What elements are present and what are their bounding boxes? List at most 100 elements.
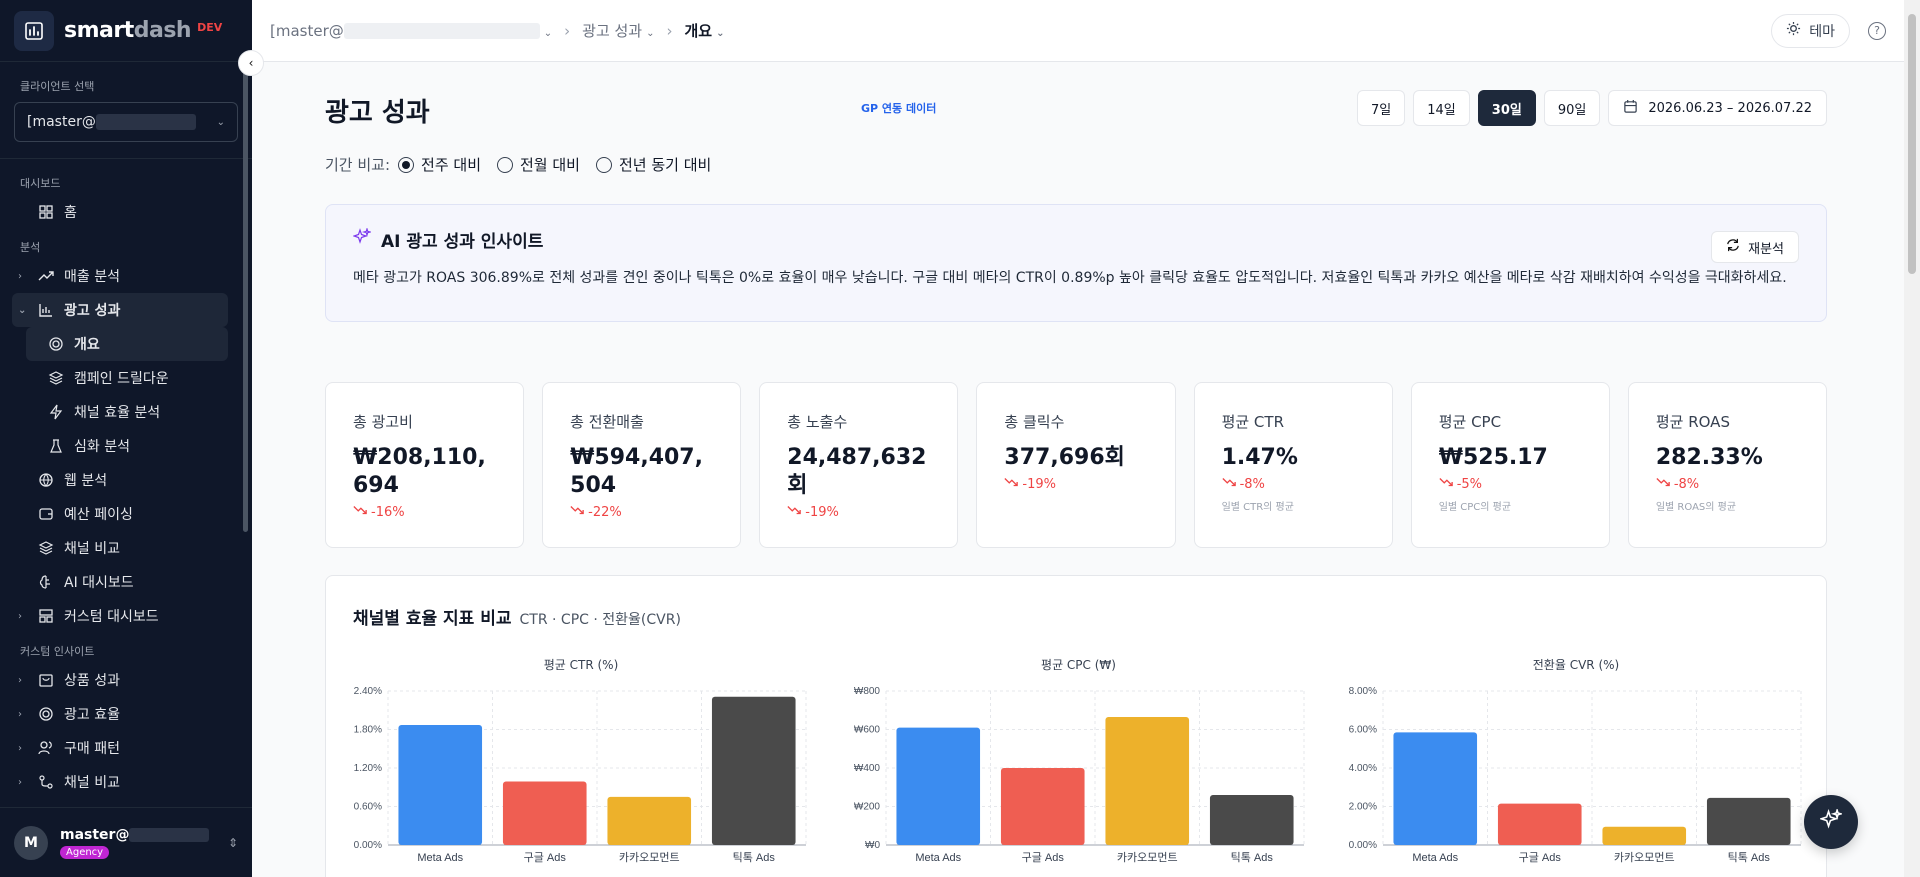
chart-svg: 0.00% 0.60% 1.20% 1.80% 2.40% Meta Ads 구글 Ads 카… — [354, 686, 807, 864]
kpi-change: -8% — [1656, 476, 1799, 492]
range-button-30d[interactable]: 30일 — [1477, 90, 1536, 126]
sidebar-item-label: 개요 — [74, 337, 100, 353]
section-label-dashboard: 대시보드 — [20, 177, 61, 190]
chevron-down-icon: ⌄ — [18, 304, 27, 316]
sidebar-item-ad-performance[interactable]: ⌄ 광고 성과 — [12, 293, 228, 327]
sidebar-item-label: 채널 효율 분석 — [74, 405, 161, 421]
theme-button[interactable]: 테마 — [1771, 13, 1850, 48]
help-icon[interactable]: ? — [1868, 21, 1886, 40]
brand-name: smartdash — [64, 18, 192, 43]
main-content: 광고 성과 GP 연동 데이터 7일 14일 30일 90일 2026.06.2… — [252, 62, 1904, 877]
breadcrumb-page[interactable]: 개요 ⌄ — [685, 20, 725, 41]
x-tick-label: 구글 Ads — [1021, 852, 1064, 864]
x-tick-label: 틱톡 Ads — [1728, 851, 1771, 864]
chevron-right-icon: › — [18, 270, 22, 282]
y-tick-label: 1.20% — [354, 763, 382, 774]
kpi-value: 377,696회 — [1004, 445, 1125, 470]
breadcrumb-separator: › — [564, 21, 571, 40]
reanalyze-button[interactable]: 재분석 — [1711, 231, 1799, 263]
x-tick-label: 틱톡 Ads — [733, 851, 776, 864]
y-tick-label: 0.60% — [354, 802, 382, 813]
charts-row: 평균 CTR (%) 0.00% 0.60% 1.20% 1.80% 2.40% Meta … — [346, 656, 1811, 875]
date-range-selector: 7일 14일 30일 90일 2026.06.23 – 2026.07.22 — [1357, 90, 1827, 126]
chart-section-subtitle: CTR · CPC · 전환율(CVR) — [519, 612, 681, 628]
chart-section-title: 채널별 효율 지표 비교 — [353, 609, 512, 629]
sun-icon — [1786, 21, 1801, 40]
range-button-14d[interactable]: 14일 — [1413, 90, 1470, 126]
sidebar: smartdash DEV 클라이언트 선택 [master@ ⌄ 대시보드 홈… — [0, 0, 252, 877]
sidebar-subitem-channel-efficiency[interactable]: 채널 효율 분석 — [0, 395, 228, 429]
sidebar-item-budget[interactable]: 예산 페이싱 — [0, 497, 228, 531]
kpi-change: -5% — [1439, 476, 1582, 492]
kpi-card: 총 클릭수 377,696회 -19% — [976, 382, 1176, 548]
compare-option-week[interactable]: 전주 대비 — [398, 154, 481, 175]
bar[interactable] — [607, 796, 692, 845]
sidebar-item-label: 커스텀 대시보드 — [64, 609, 159, 625]
bar[interactable] — [398, 725, 483, 845]
sidebar-item-label: 광고 효율 — [64, 707, 120, 723]
kpi-value: 1.47% — [1221, 445, 1298, 470]
sidebar-subitem-campaign[interactable]: 캠페인 드릴다운 — [0, 361, 228, 395]
date-picker-button[interactable]: 2026.06.23 – 2026.07.22 — [1608, 90, 1827, 126]
bar[interactable] — [1497, 803, 1582, 845]
breadcrumb-client[interactable]: [master@ ⌄ — [270, 22, 552, 40]
kpi-card: 총 광고비 ₩208,110,694 -16% — [325, 382, 525, 548]
compare-option-month[interactable]: 전월 대비 — [497, 154, 580, 175]
bar[interactable] — [1602, 826, 1687, 845]
redacted-text — [129, 827, 210, 842]
bar[interactable] — [1393, 732, 1478, 845]
kpi-label: 평균 CTR — [1221, 413, 1284, 431]
sidebar-item-channel-compare[interactable]: 채널 비교 — [0, 531, 228, 565]
bar-chart: 전환율 CVR (%) 0.00% 2.00% 4.00% 6.00% 8.00% Meta… — [1341, 656, 1811, 875]
brain-icon — [38, 574, 54, 590]
bar[interactable] — [502, 781, 587, 845]
sidebar-item-ai-dashboard[interactable]: AI 대시보드 — [0, 565, 228, 599]
route-icon — [38, 774, 54, 790]
brand[interactable]: smartdash DEV — [0, 0, 252, 62]
ai-assistant-button[interactable] — [1804, 795, 1858, 849]
chevron-right-icon: › — [18, 742, 22, 754]
section-label-analysis: 분석 — [20, 241, 41, 254]
bar[interactable] — [1706, 797, 1791, 845]
kpi-note: 일별 ROAS의 평균 — [1655, 502, 1737, 513]
client-select[interactable]: [master@ ⌄ — [14, 102, 238, 142]
bar[interactable] — [711, 696, 796, 845]
user-menu[interactable]: M master@ Agency ⇕ — [0, 807, 252, 877]
breadcrumb-section[interactable]: 광고 성과 ⌄ — [582, 20, 654, 41]
scrollbar-thumb[interactable] — [1908, 14, 1916, 274]
sidebar-item-sales[interactable]: › 매출 분석 — [0, 259, 228, 293]
sidebar-item-purchase-pattern[interactable]: › 구매 패턴 — [0, 731, 228, 765]
reanalyze-label: 재분석 — [1748, 241, 1784, 257]
bar[interactable] — [895, 727, 980, 845]
page-scrollbar[interactable] — [1904, 0, 1920, 877]
bar[interactable] — [1000, 768, 1085, 845]
collapse-sidebar-button[interactable]: ‹ — [238, 50, 264, 76]
bar[interactable] — [1209, 794, 1294, 845]
sidebar-item-custom-dashboard[interactable]: › 커스텀 대시보드 — [0, 599, 228, 633]
sidebar-scrollbar[interactable] — [243, 72, 248, 532]
refresh-icon — [1726, 238, 1740, 256]
y-tick-label: ₩600 — [853, 725, 880, 736]
sidebar-item-home[interactable]: 홈 — [0, 195, 228, 229]
sidebar-item-ad-efficiency[interactable]: › 광고 효율 — [0, 697, 228, 731]
ai-insight-text: 메타 광고가 ROAS 306.89%로 전체 성과를 견인 중이나 틱톡은 0… — [353, 270, 1787, 286]
kpi-label: 평균 CPC — [1438, 413, 1502, 431]
sidebar-item-channel-compare-2[interactable]: › 채널 비교 — [0, 765, 228, 799]
sparkles-icon — [1818, 807, 1844, 835]
range-button-7d[interactable]: 7일 — [1357, 90, 1406, 126]
radio-icon — [497, 156, 513, 173]
sidebar-subitem-overview[interactable]: 개요 — [26, 327, 228, 361]
sidebar-subitem-deep-analysis[interactable]: 심화 분석 — [0, 429, 228, 463]
range-button-90d[interactable]: 90일 — [1543, 90, 1601, 126]
chevron-right-icon: › — [18, 708, 22, 720]
bar[interactable] — [1104, 716, 1189, 845]
sidebar-item-product[interactable]: › 상품 성과 — [0, 663, 228, 697]
sidebar-item-label: 웹 분석 — [64, 473, 108, 489]
compare-option-year[interactable]: 전년 동기 대비 — [595, 154, 711, 175]
kpi-label: 총 광고비 — [353, 413, 413, 431]
kpi-change: -8% — [1221, 476, 1365, 492]
client-select-label: 클라이언트 선택 — [20, 80, 95, 93]
globe-icon — [38, 472, 54, 488]
sidebar-item-web[interactable]: 웹 분석 — [0, 463, 228, 497]
chart-logo-icon — [14, 10, 54, 51]
